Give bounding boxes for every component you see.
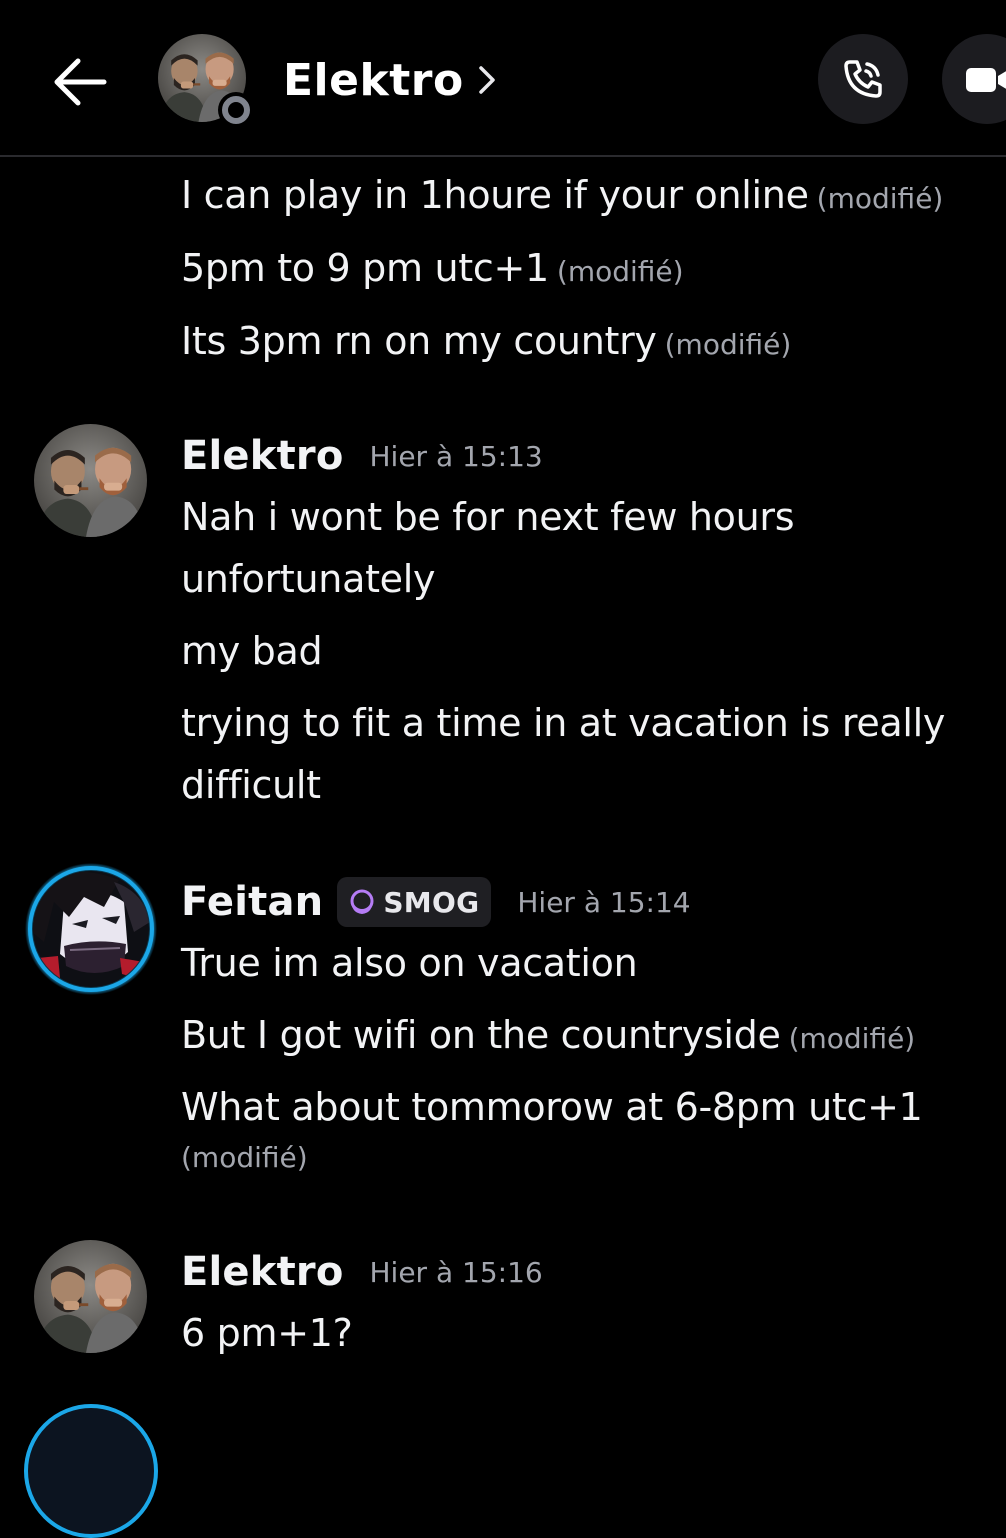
video-camera-icon [966, 68, 1006, 92]
message-text: I can play in 1houre if your online [181, 173, 809, 217]
edited-marker: (modifié) [556, 255, 684, 288]
edited-marker: (modifié) [788, 1022, 916, 1055]
message-line[interactable]: I can play in 1houre if your online (modi… [181, 164, 943, 230]
author-name[interactable]: Elektro [181, 433, 344, 479]
message-text: 5pm to 9 pm utc+1 [181, 246, 549, 290]
header-divider [0, 155, 1006, 157]
chat-header: Elektro [0, 0, 1006, 157]
message-line[interactable]: But I got wifi on the countryside (modifi… [181, 1004, 915, 1070]
edited-marker: (modifié) [816, 182, 944, 215]
message-timestamp: Hier à 15:16 [369, 1255, 543, 1289]
guild-tag-badge[interactable]: SMOG [337, 877, 492, 927]
author-name[interactable]: Feitan [181, 879, 323, 925]
message-timestamp: Hier à 15:13 [369, 439, 543, 473]
message-text: Nah i wont be for next few hours unfortu… [181, 495, 795, 601]
avatar[interactable] [24, 1404, 158, 1538]
video-call-button[interactable] [942, 34, 1006, 124]
message-text: my bad [181, 629, 323, 673]
voice-call-button[interactable] [818, 34, 908, 124]
message-text: trying to fit a time in at vacation is r… [181, 701, 946, 807]
header-title-button[interactable]: Elektro [283, 48, 496, 112]
message-text: But I got wifi on the countryside [181, 1013, 781, 1057]
message-text: True im also on vacation [181, 941, 638, 985]
edited-marker: (modifié) [664, 328, 792, 361]
message-text: Its 3pm rn on my country [181, 319, 657, 363]
message-text: What about tommorow at 6-8pm utc+1 [181, 1085, 923, 1129]
message-line[interactable]: Nah i wont be for next few hours unfortu… [181, 486, 971, 610]
back-button[interactable] [42, 44, 118, 120]
message-text: 6 pm+1? [181, 1311, 353, 1355]
arrow-left-icon [54, 58, 107, 106]
message-line[interactable]: 6 pm+1? [181, 1302, 353, 1364]
header-title: Elektro [283, 54, 464, 106]
phone-icon [844, 60, 882, 98]
message-line[interactable]: True im also on vacation [181, 932, 638, 994]
message-line[interactable]: my bad [181, 620, 323, 682]
message-line[interactable]: What about tommorow at 6-8pm utc+1 (modi… [181, 1076, 971, 1178]
moon-icon [350, 889, 374, 914]
offline-status-icon [218, 92, 254, 128]
guild-tag-text: SMOG [383, 885, 480, 919]
header-avatar[interactable] [158, 34, 254, 128]
avatar[interactable] [34, 1240, 147, 1353]
message-line[interactable]: Its 3pm rn on my country (modifié) [181, 310, 791, 376]
message-line[interactable]: 5pm to 9 pm utc+1 (modifié) [181, 237, 684, 303]
avatar[interactable] [34, 424, 147, 537]
chevron-right-icon [478, 65, 496, 95]
author-name[interactable]: Elektro [181, 1249, 344, 1295]
message-group-header: Feitan SMOG Hier à 15:14 [181, 872, 691, 932]
edited-marker: (modifié) [181, 1141, 308, 1174]
message-timestamp: Hier à 15:14 [517, 885, 691, 919]
message-group-header: Elektro Hier à 15:16 [181, 1242, 543, 1302]
message-group-header: Elektro Hier à 15:13 [181, 426, 543, 486]
avatar[interactable] [24, 862, 158, 996]
message-line[interactable]: trying to fit a time in at vacation is r… [181, 692, 971, 816]
